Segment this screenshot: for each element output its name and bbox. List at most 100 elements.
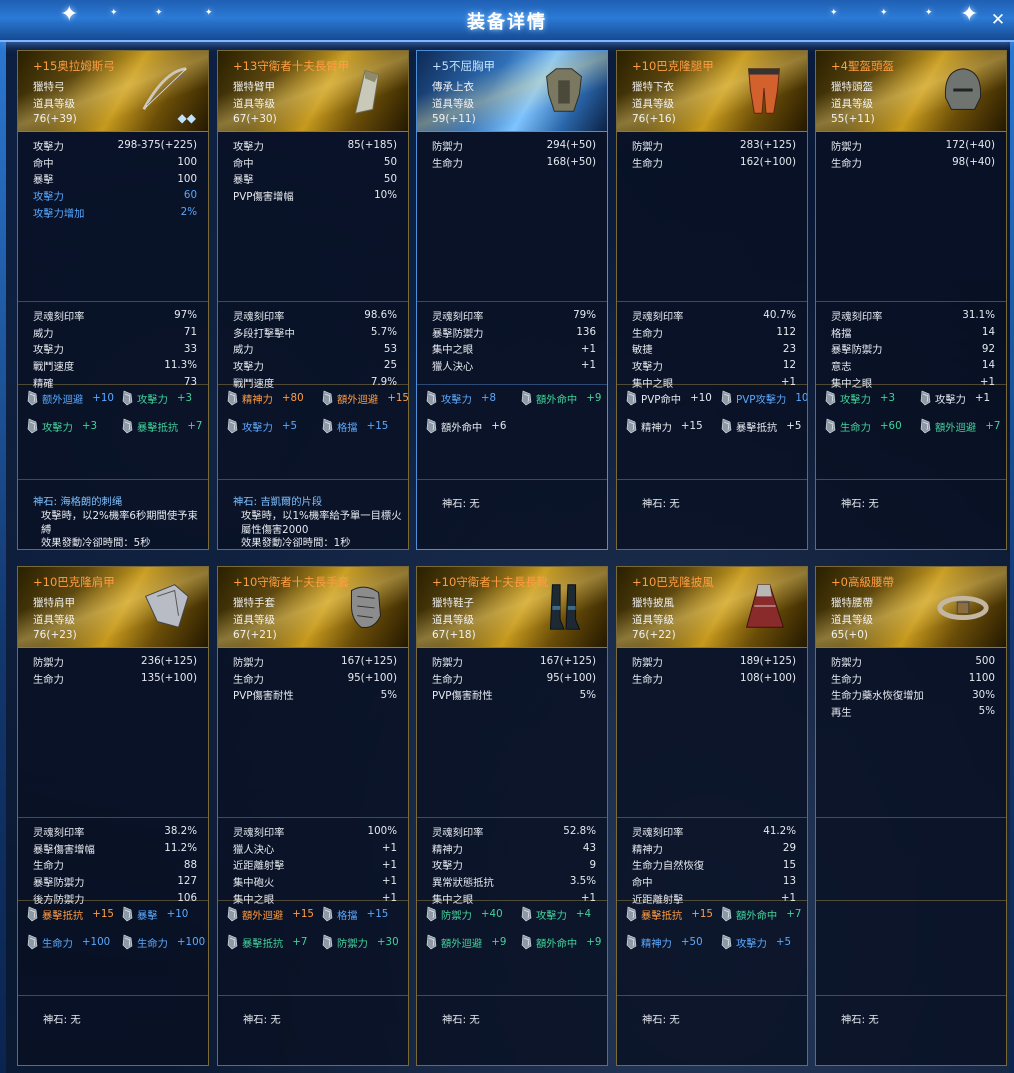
bonus-row: 攻擊力 +8 額外命中 +9: [417, 384, 607, 412]
stat-value: 14: [981, 359, 995, 372]
bonus-value: +60: [879, 420, 902, 432]
item-level-label: 道具等级: [233, 614, 275, 626]
stat-row: PVP傷害耐性 5%: [218, 686, 408, 703]
bonus-value: +7: [786, 908, 802, 920]
stat-row: 生命力 95(+100): [218, 670, 408, 687]
bonus-row: [816, 928, 1006, 956]
equipment-card[interactable]: +15奥拉姆斯弓 獵特弓 道具等级 76(+39) ◆◆ 攻擊力 298-375(+225)…: [17, 50, 209, 550]
soul-row: 獵人決心 +1: [218, 840, 408, 857]
bonus-row: 生命力 +100 生命力 +100: [18, 928, 208, 956]
bonus-value: +100: [176, 936, 206, 948]
stat-value: 79%: [573, 309, 596, 322]
equipment-card[interactable]: +0高級腰帶 獵特腰帶 道具等级 65(+0) 防禦力 500 生命力 1100 生命力藥水恢復…: [815, 566, 1007, 1066]
stat-value: 283(+125): [740, 139, 796, 152]
stat-name: 命中: [33, 157, 54, 170]
crystal-icon: [824, 418, 837, 434]
stat-name: 攻擊力增加: [33, 207, 85, 220]
equipment-card[interactable]: +10守衛者十夫長手套 獵特手套 道具等级 67(+21) 防禦力 167(+125) 生命…: [217, 566, 409, 1066]
item-icon: [934, 577, 992, 637]
bonus-value: +15: [92, 908, 114, 920]
item-level-label: 道具等级: [831, 98, 873, 110]
bonus-cell: 精神力 +15: [617, 418, 712, 434]
item-type: 獵特頭盔: [831, 81, 873, 93]
bonus-row: 攻擊力 +5 格擋 +15: [218, 412, 408, 440]
equipment-card[interactable]: +5不屈胸甲 傳承上衣 道具等级 59(+11) 防禦力 294(+50) 生命力 168(+…: [416, 50, 608, 550]
stat-value: 189(+125): [740, 655, 796, 668]
bonus-stats: 暴擊抵抗 +15 暴擊 +10 生命力 +100 生命力 +100: [18, 900, 208, 996]
base-stats: 防禦力 167(+125) 生命力 95(+100) PVP傷害耐性 5%: [417, 647, 607, 818]
soul-row: 攻擊力 33: [18, 340, 208, 357]
equipment-card[interactable]: +10守衛者十夫長長靴 獵特鞋子 道具等级 67(+18) 防禦力 167(+125) 生命…: [416, 566, 608, 1066]
base-stats: 防禦力 167(+125) 生命力 95(+100) PVP傷害耐性 5%: [218, 647, 408, 818]
window-title: 装备详情: [467, 12, 547, 33]
stat-value: 33: [183, 342, 197, 355]
equipment-card[interactable]: +10巴克隆肩甲 獵特肩甲 道具等级 76(+23) 防禦力 236(+125) 生命力 13…: [17, 566, 209, 1066]
item-level-label: 道具等级: [33, 98, 75, 110]
stat-name: PVP傷害耐性: [233, 690, 294, 703]
equipment-card[interactable]: +10巴克隆披風 獵特披風 道具等级 76(+22) 防禦力 189(+125) 生命力 10…: [616, 566, 808, 1066]
divine-stone-title: 神石: 无: [442, 1014, 480, 1026]
bonus-stats: 精神力 +80 額外迴避 +15 攻擊力 +5 格擋 +15: [218, 384, 408, 480]
bonus-cell: 攻擊力 +8: [417, 390, 512, 406]
bonus-value: +3: [879, 392, 896, 404]
item-level: 76(+22): [632, 629, 676, 641]
bonus-name: 額外命中: [536, 937, 578, 950]
soul-row: 格擋 14: [816, 324, 1006, 341]
stat-value: 5%: [579, 688, 596, 701]
crystal-icon: [625, 390, 638, 406]
soul-stats: [816, 817, 1006, 901]
equipment-card[interactable]: +4聖盔頭盔 獵特頭盔 道具等级 55(+11) 防禦力 172(+40) 生命力 98(+4…: [815, 50, 1007, 550]
base-stats: 攻擊力 85(+185) 命中 50 暴擊 50 PVP傷害增幅 10%: [218, 131, 408, 302]
stat-value: 23: [782, 342, 796, 355]
stat-value: 1100: [968, 672, 995, 685]
bonus-row: 暴擊抵抗 +7 防禦力 +30: [218, 928, 408, 956]
stat-value: 9: [589, 858, 596, 871]
equipment-card[interactable]: +13守衛者十夫長臂甲 獵特臂甲 道具等级 67(+30) 攻擊力 85(+185) 命中 5…: [217, 50, 409, 550]
bonus-cell: 额外迴避 +10: [18, 390, 114, 406]
crystal-icon: [321, 390, 334, 406]
item-name: +10巴克隆腿甲: [632, 59, 714, 73]
item-name: +0高級腰帶: [831, 575, 894, 589]
bonus-stats: PVP命中 +10 PVP攻擊力 10 精神力 +15 暴擊抵抗 +5: [617, 384, 807, 480]
stat-value: 52.8%: [563, 825, 596, 838]
bonus-cell: PVP攻擊力 10: [712, 390, 807, 406]
stat-name: 格擋: [831, 327, 852, 340]
item-level: 76(+23): [33, 629, 77, 641]
bonus-row: 暴擊抵抗 +15 額外命中 +7: [617, 900, 807, 928]
soul-row: 攻擊力 25: [218, 357, 408, 374]
stat-value: 5.7%: [370, 326, 397, 339]
bonus-stats: 额外迴避 +10 攻擊力 +3 攻擊力 +3 暴擊抵抗 +7: [18, 384, 208, 480]
item-name: +10巴克隆肩甲: [33, 575, 115, 589]
bonus-value: 10: [795, 392, 808, 404]
stat-name: 攻擊力: [33, 344, 64, 357]
base-stats: 攻擊力 298-375(+225) 命中 100 暴擊 100 攻擊力 60 攻擊力增加 2%: [18, 131, 208, 302]
stat-row: 暴擊 50: [218, 170, 408, 187]
equipment-card[interactable]: +10巴克隆腿甲 獵特下衣 道具等级 76(+16) 防禦力 283(+125) 生命力 16…: [616, 50, 808, 550]
bonus-cell: 攻擊力 +3: [18, 418, 113, 434]
close-icon[interactable]: ✕: [988, 10, 1008, 30]
soul-stats: 灵魂刻印率 31.1% 格擋 14 暴擊防禦力 92 意志 14 集中之眼 +1: [816, 301, 1006, 390]
crystal-icon: [425, 934, 438, 950]
stat-value: 25: [383, 359, 397, 372]
bonus-row: 防禦力 +40 攻擊力 +4: [417, 900, 607, 928]
stat-value: 31.1%: [962, 309, 995, 322]
stat-value: 95(+100): [347, 672, 397, 685]
stat-row: 生命力 1100: [816, 670, 1006, 687]
bonus-row: [816, 900, 1006, 928]
bonus-cell: 額外迴避 +15: [313, 390, 408, 406]
stat-name: 灵魂刻印率: [632, 826, 684, 839]
bonus-name: 暴擊: [137, 909, 158, 922]
base-stats: 防禦力 189(+125) 生命力 108(+100): [617, 647, 807, 818]
bonus-value: +80: [281, 392, 304, 404]
stat-name: 暴擊: [233, 174, 254, 187]
stat-value: 50: [383, 156, 397, 169]
stat-name: 暴擊防禦力: [33, 876, 85, 889]
divine-stone-title: 神石: 无: [43, 1014, 81, 1026]
divine-stone-title: 神石: 无: [642, 1014, 680, 1026]
stat-name: 攻擊力: [233, 140, 264, 153]
divine-stone: 神石: 无: [617, 995, 680, 1026]
item-name: +4聖盔頭盔: [831, 59, 894, 73]
bonus-cell: 攻擊力 +1: [911, 390, 1006, 406]
bonus-value: +7: [292, 936, 308, 948]
window-frame-left: [0, 0, 6, 1073]
